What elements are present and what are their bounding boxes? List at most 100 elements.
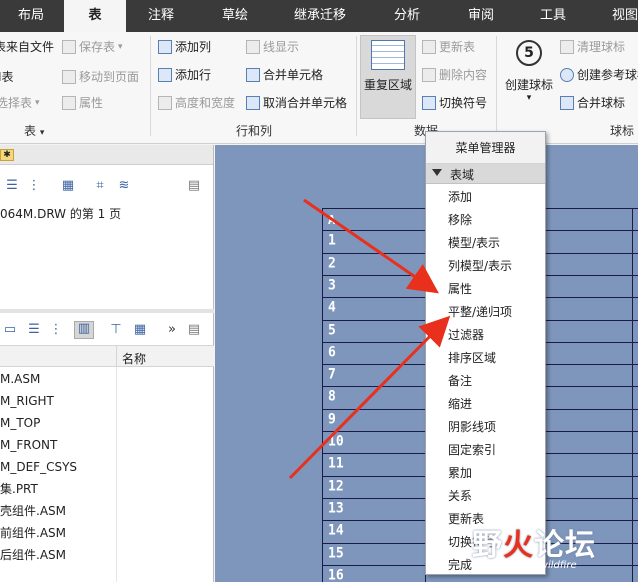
tree-item[interactable]: 壳组件.ASM <box>0 500 66 522</box>
tree-toolbar: ▭ ☰ ⋮ ▥ ⊤ ▦ » ▤ <box>0 317 214 343</box>
menu-item[interactable]: 平整/递归项 <box>448 301 512 323</box>
tab-annotate[interactable]: 注释 <box>130 0 192 32</box>
column-divider[interactable] <box>116 346 117 368</box>
delete-content-button[interactable]: 删除内容 <box>422 66 487 83</box>
move-to-page-button[interactable]: 移动到页面 <box>62 68 139 85</box>
tab-layout[interactable]: 布局 <box>0 0 62 32</box>
add-column-button[interactable]: 添加列 <box>158 38 211 55</box>
menu-item[interactable]: 累加 <box>448 462 472 484</box>
add-column-icon <box>158 39 172 54</box>
menu-item[interactable]: 模型/表示 <box>448 232 500 254</box>
table-button[interactable]: Ⅰ表 <box>0 68 14 85</box>
tree-icon[interactable]: ⋮ <box>26 179 42 193</box>
balloon-group-label: 球标 <box>610 124 635 138</box>
repeat-region-button[interactable]: 重复区域 <box>360 35 416 119</box>
menu-item[interactable]: 列模型/表示 <box>448 255 512 277</box>
menu-item[interactable]: 移除 <box>448 209 472 231</box>
menu-item[interactable]: 完成 <box>448 554 472 576</box>
group-separator <box>496 36 497 136</box>
tree-column-header: 名称 <box>0 345 214 368</box>
more-icon[interactable]: » <box>164 323 180 337</box>
select-table-button[interactable]: 选择表 ▾ <box>0 94 40 111</box>
star-icon[interactable]: ✱ <box>0 149 14 161</box>
row-number: 3 <box>328 277 336 294</box>
repeat-region-icon <box>371 40 405 70</box>
menu-item[interactable]: 过滤器 <box>448 324 484 346</box>
tab-legacy-migration[interactable]: 继承迁移 <box>278 0 362 32</box>
row-number: 11 <box>328 455 344 473</box>
menu-item[interactable]: 阴影线项 <box>448 416 496 438</box>
filter-icon[interactable]: ⊤ <box>108 323 124 337</box>
menu-manager-title: 菜单管理器 <box>426 132 545 164</box>
frame-icon[interactable]: ⌗ <box>92 179 108 193</box>
menu-item[interactable]: 排序区域 <box>448 347 496 369</box>
row-number: 13 <box>328 500 344 517</box>
forum-watermark: 野火论坛 www.proewildfire <box>472 528 596 571</box>
create-ref-balloon-button[interactable]: 创建参考球标 <box>560 66 638 83</box>
merge-cells-icon <box>246 67 260 82</box>
stack-icon[interactable]: ≋ <box>116 179 132 193</box>
row-number: 7 <box>328 366 336 383</box>
tree-item[interactable]: 前组件.ASM <box>0 522 66 544</box>
menu-item[interactable]: 关系 <box>448 485 472 507</box>
column-divider <box>116 367 117 582</box>
tab-view[interactable]: 视图 <box>600 0 638 32</box>
table-from-file-button[interactable]: 表来自文件 <box>0 38 54 55</box>
tree-item[interactable]: M_TOP <box>0 412 40 434</box>
list-icon[interactable]: ☰ <box>4 179 20 193</box>
row-number: 5 <box>328 321 336 339</box>
tree-item[interactable]: 后组件.ASM <box>0 544 66 566</box>
balloon-icon: 5 <box>516 40 542 66</box>
create-balloon-button[interactable]: 5 创建球标 ▾ <box>502 38 556 103</box>
document-icon[interactable]: ▤ <box>186 179 202 193</box>
row-number: 9 <box>328 410 336 428</box>
toggle-symbol-button[interactable]: 切换符号 <box>422 94 487 111</box>
tab-review[interactable]: 审阅 <box>450 0 512 32</box>
group-separator <box>356 36 357 136</box>
tab-sketch[interactable]: 草绘 <box>204 0 266 32</box>
tab-tools[interactable]: 工具 <box>522 0 584 32</box>
update-table-button[interactable]: 更新表 <box>422 38 475 55</box>
menu-item[interactable]: 固定索引 <box>448 439 496 461</box>
panel-splitter[interactable] <box>0 309 214 313</box>
list-icon[interactable]: ☰ <box>26 323 42 337</box>
add-row-icon <box>158 67 172 82</box>
layer-icon[interactable]: ▦ <box>60 179 76 193</box>
save-table-button[interactable]: 保存表 ▾ <box>62 38 123 55</box>
table-group-label[interactable]: 表 ▾ <box>24 122 44 139</box>
merge-cells-button[interactable]: 合并单元格 <box>246 66 323 83</box>
unmerge-cells-button[interactable]: 取消合并单元格 <box>246 94 347 111</box>
merge-balloons-button[interactable]: 合并球标 <box>560 94 625 111</box>
layer-icon[interactable]: ▦ <box>132 323 148 337</box>
menu-item[interactable]: 备注 <box>448 370 472 392</box>
document-icon[interactable]: ▤ <box>186 323 202 337</box>
clean-balloons-button[interactable]: 清理球标 <box>560 38 625 55</box>
line-display-button[interactable]: 线显示 <box>246 38 299 55</box>
folder-icon[interactable]: ▭ <box>2 323 18 337</box>
tree-item[interactable]: M_RIGHT <box>0 390 54 412</box>
add-row-button[interactable]: 添加行 <box>158 66 211 83</box>
tree-item[interactable]: M_FRONT <box>0 434 57 456</box>
menu-item[interactable]: 缩进 <box>448 393 472 415</box>
row-number: 2 <box>328 254 336 272</box>
tree-item[interactable]: M_DEF_CSYS <box>0 456 77 478</box>
tab-table[interactable]: 表 <box>64 0 126 32</box>
tree-item[interactable]: M.ASM <box>0 368 40 390</box>
columns-icon[interactable]: ▥ <box>74 321 94 339</box>
group-separator <box>150 36 151 136</box>
panel-tab-strip: ✱ <box>0 145 213 165</box>
tab-analysis[interactable]: 分析 <box>376 0 438 32</box>
row-number: 4 <box>328 299 336 316</box>
menu-manager: 菜单管理器 表域 添加 移除 模型/表示 列模型/表示 属性 平整/递归项 过滤器 排序区域备… <box>425 131 546 575</box>
menu-section-table-region[interactable]: 表域 <box>426 164 545 184</box>
save-icon <box>62 39 76 54</box>
height-width-button[interactable]: 高度和宽度 <box>158 94 235 111</box>
row-number: 1 <box>328 232 336 250</box>
table-properties-button[interactable]: 属性 <box>62 94 103 111</box>
menu-item[interactable]: 添加 <box>448 186 472 208</box>
column-header-name[interactable]: 名称 <box>122 350 146 367</box>
menu-item[interactable]: 属性 <box>448 278 472 300</box>
tree-item[interactable]: 集.PRT <box>0 478 38 500</box>
unmerge-cells-icon <box>246 95 260 110</box>
tree-icon[interactable]: ⋮ <box>48 323 64 337</box>
